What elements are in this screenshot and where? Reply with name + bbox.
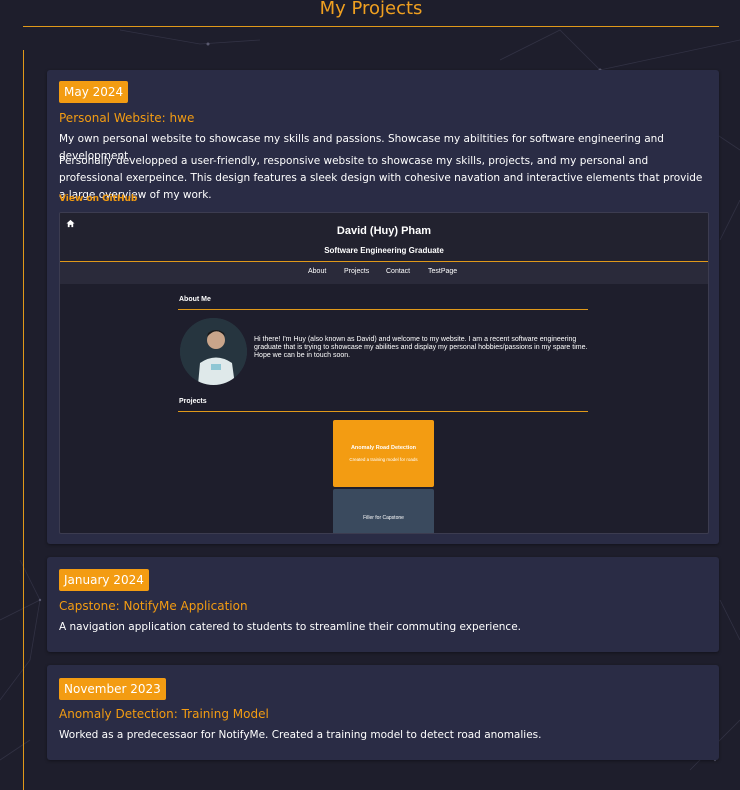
preview-subtitle: Software Engineering Graduate (324, 246, 444, 255)
preview-about-text: Hi there! I'm Huy (also known as David) … (254, 336, 588, 359)
project-description: Worked as a predecessaor for NotifyMe. C… (59, 729, 542, 741)
preview-nav-about: About (308, 268, 327, 275)
preview-nav-projects: Projects (344, 268, 370, 275)
project-title: Anomaly Detection: Training Model (59, 707, 269, 721)
preview-name: David (Huy) Pham (336, 225, 432, 237)
date-badge: November 2023 (59, 678, 166, 700)
avatar (180, 318, 247, 385)
preview-nav-contact: Contact (386, 268, 411, 275)
preview-projects-heading-text: Projects (179, 398, 207, 405)
preview-nav-testpage: TestPage (428, 268, 458, 275)
project-card: November 2023 Anomaly Detection: Trainin… (47, 665, 719, 760)
date-badge: January 2024 (59, 569, 149, 591)
date-badge: May 2024 (59, 81, 129, 103)
preview-filler-text: Filler for Capstone (363, 515, 404, 521)
preview-nav: About Projects Contact TestPage (60, 262, 708, 284)
preview-card-description: Created a training model for roads (349, 457, 418, 462)
preview-card-title: Anomaly Road Detection (350, 445, 417, 451)
project-description: A navigation application catered to stud… (59, 621, 522, 633)
project-title: Personal Website: hwe (59, 111, 195, 125)
project-description: Personally developped a user-friendly, r… (59, 155, 703, 201)
preview-about-heading-text: About Me (179, 296, 211, 303)
preview-projects-heading: Projects (178, 397, 588, 412)
github-link[interactable]: View on GitHub (59, 194, 137, 204)
preview-about-heading: About Me (178, 295, 588, 310)
project-card: January 2024 Capstone: NotifyMe Applicat… (47, 557, 719, 652)
preview-project-card: Anomaly Road Detection Created a trainin… (333, 420, 434, 487)
timeline-line (23, 50, 24, 790)
preview-filler-card: Filler for Capstone (333, 489, 434, 533)
page-title: My Projects (319, 0, 423, 19)
preview-header: David (Huy) Pham Software Engineering Gr… (60, 213, 708, 262)
project-title: Capstone: NotifyMe Application (59, 599, 248, 613)
page-header: My Projects (23, 0, 719, 27)
website-preview-screenshot: David (Huy) Pham Software Engineering Gr… (59, 212, 709, 534)
project-card: May 2024 Personal Website: hwe My own pe… (47, 70, 719, 544)
